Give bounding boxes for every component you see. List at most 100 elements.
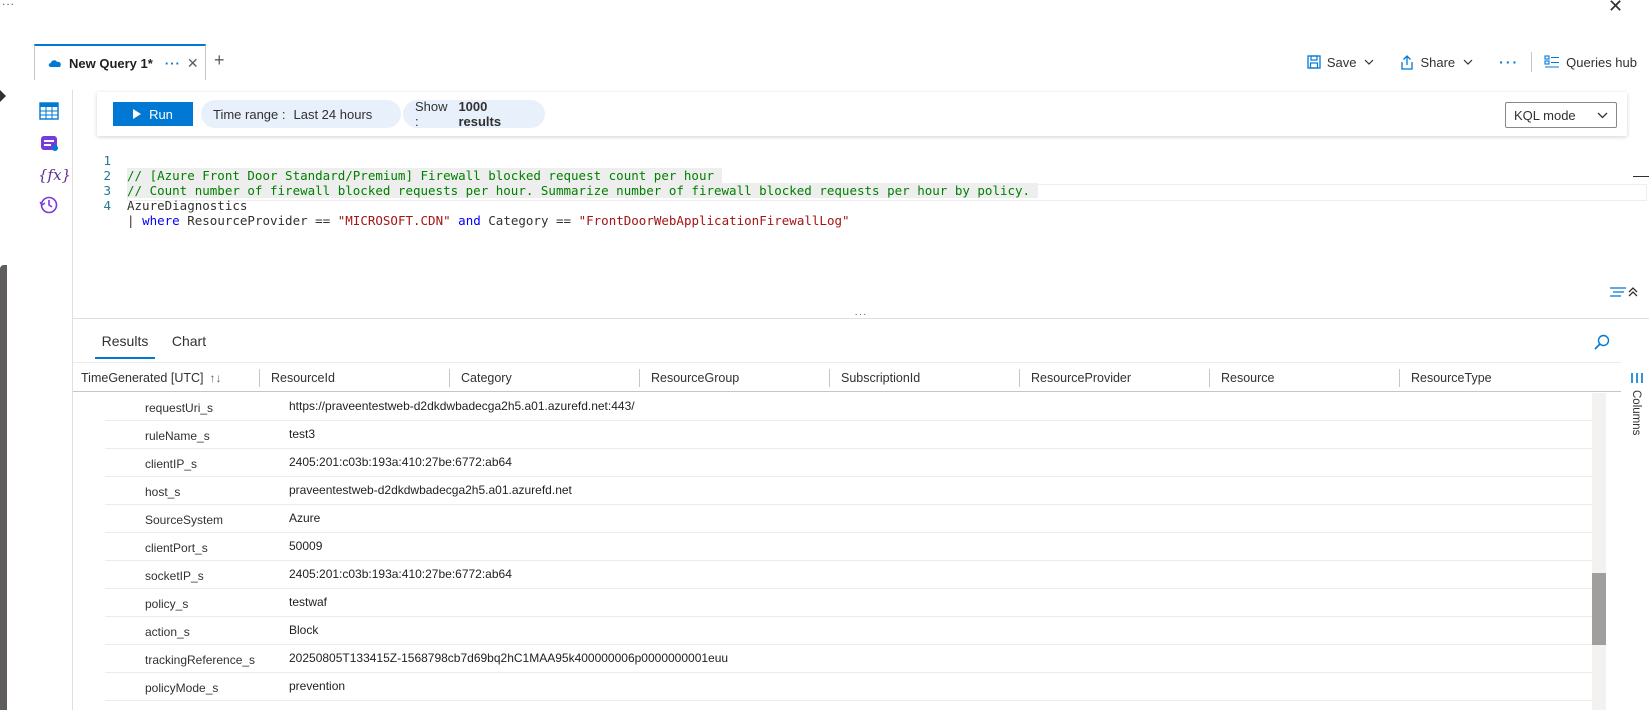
table-row[interactable]: trackingReference_s 20250805T133415Z-1568… <box>105 645 1593 673</box>
code-text: ResourceProvider == <box>179 213 338 228</box>
history-icon[interactable] <box>38 194 60 216</box>
column-resize-handle[interactable] <box>829 369 830 387</box>
share-label: Share <box>1420 54 1456 70</box>
splitter-grip-icon: ··· <box>854 309 868 320</box>
more-options-icon[interactable]: ··· <box>1499 54 1519 70</box>
query-toolbar: Run Time range : Last 24 hours Show : 10… <box>97 92 1627 136</box>
code-table-name: AzureDiagnostics <box>127 198 248 213</box>
table-row[interactable]: policy_s testwaf <box>105 589 1593 617</box>
scrollbar-thumb[interactable] <box>1592 573 1606 645</box>
column-resize-handle[interactable] <box>1209 369 1210 387</box>
tab-results[interactable]: Results <box>95 333 155 359</box>
tab-more-icon[interactable]: ··· <box>165 56 181 71</box>
add-tab-button[interactable]: + <box>214 50 225 71</box>
query-editor[interactable]: 1 // [Azure Front Door Standard/Premium]… <box>73 138 1649 314</box>
left-scroll-strip <box>0 265 7 710</box>
line-number: 4 <box>103 198 111 213</box>
column-resize-handle[interactable] <box>449 369 450 387</box>
row-key: clientIP_s <box>145 457 198 471</box>
search-icon[interactable] <box>1593 333 1611 351</box>
save-button[interactable]: Save <box>1307 55 1381 70</box>
cloud-icon <box>48 60 61 67</box>
table-row[interactable]: policyMode_s prevention <box>105 673 1593 701</box>
table-row[interactable]: requestUri_s https://praveentestweb-d2dkd… <box>105 393 1593 421</box>
row-key: ruleName_s <box>145 429 210 443</box>
results-column-header: TimeGenerated [UTC] ↑↓ ResourceId Categor… <box>73 362 1621 392</box>
results-rows: requestUri_s https://praveentestweb-d2dkd… <box>105 393 1593 701</box>
left-rail: {fx} <box>38 100 71 226</box>
sort-icon[interactable]: ↑↓ <box>210 371 222 385</box>
results-scrollbar[interactable] <box>1592 393 1606 710</box>
tab-label: New Query 1* <box>69 55 153 71</box>
editor-controls <box>1609 286 1639 298</box>
table-row[interactable]: SourceSystem Azure <box>105 505 1593 533</box>
results-tabs: Results Chart <box>73 327 1649 359</box>
tab-chart[interactable]: Chart <box>165 333 213 359</box>
code-string: "MICROSOFT.CDN" <box>337 213 451 228</box>
tab-bar: New Query 1* ··· ✕ + Save Share ··· Quer… <box>0 44 1649 80</box>
code-where-clause: | where ResourceProvider == "MICROSOFT.C… <box>127 213 850 228</box>
play-icon <box>133 109 142 119</box>
table-row[interactable]: host_s praveentestweb-d2dkdwbadecga2h5.a0… <box>105 477 1593 505</box>
table-row[interactable]: clientIP_s 2405:201:c03b:193a:410:27be:67… <box>105 449 1593 477</box>
collapse-arrow-icon[interactable] <box>0 90 6 102</box>
toolbar-divider <box>1531 52 1533 72</box>
column-resize-handle[interactable] <box>259 369 260 387</box>
show-label: Show : <box>415 99 448 129</box>
run-button[interactable]: Run <box>113 102 193 126</box>
row-value: testwaf <box>289 595 328 609</box>
row-key: trackingReference_s <box>145 653 256 667</box>
column-header-resourceid[interactable]: ResourceId <box>271 371 335 385</box>
column-header-resourceprovider[interactable]: ResourceProvider <box>1031 371 1131 385</box>
row-value: prevention <box>289 679 346 693</box>
share-button[interactable]: Share <box>1400 55 1479 70</box>
queries-icon[interactable] <box>38 132 60 154</box>
time-range-label: Time range : <box>213 106 286 122</box>
column-resize-handle[interactable] <box>1399 369 1400 387</box>
column-resize-handle[interactable] <box>1019 369 1020 387</box>
table-row[interactable]: clientPort_s 50009 <box>105 533 1593 561</box>
row-value: 50009 <box>289 539 323 553</box>
format-query-icon[interactable] <box>1609 286 1627 298</box>
functions-icon[interactable]: {fx} <box>38 164 71 186</box>
code-keyword: where <box>142 213 180 228</box>
row-value: 2405:201:c03b:193a:410:27be:6772:ab64 <box>289 455 512 469</box>
row-key: host_s <box>145 485 181 499</box>
chevron-down-icon <box>1365 59 1374 65</box>
row-key: policyMode_s <box>145 681 219 695</box>
tab-new-query-1[interactable]: New Query 1* ··· ✕ <box>34 44 206 80</box>
minimap-marker <box>1633 176 1649 177</box>
show-results-picker[interactable]: Show : 1000 results <box>403 99 545 129</box>
table-row[interactable]: socketIP_s 2405:201:c03b:193a:410:27be:67… <box>105 561 1593 589</box>
row-key: socketIP_s <box>145 569 204 583</box>
row-key: action_s <box>145 625 190 639</box>
time-range-picker[interactable]: Time range : Last 24 hours <box>201 100 401 128</box>
column-header-timegenerated[interactable]: TimeGenerated [UTC] ↑↓ <box>81 371 222 385</box>
column-resize-handle[interactable] <box>639 369 640 387</box>
tables-icon[interactable] <box>38 100 60 122</box>
chevron-down-icon <box>1597 112 1608 118</box>
queries-hub-icon <box>1544 55 1560 68</box>
column-header-resource[interactable]: Resource <box>1221 371 1275 385</box>
row-key: SourceSystem <box>145 513 224 527</box>
row-value: 2405:201:c03b:193a:410:27be:6772:ab64 <box>289 567 512 581</box>
column-header-subscriptionid[interactable]: SubscriptionId <box>841 371 920 385</box>
column-header-resourcetype[interactable]: ResourceType <box>1411 371 1492 385</box>
row-key: policy_s <box>145 597 189 611</box>
column-header-resourcegroup[interactable]: ResourceGroup <box>651 371 739 385</box>
save-label: Save <box>1326 54 1357 70</box>
table-row[interactable]: ruleName_s test3 <box>105 421 1593 449</box>
close-icon[interactable]: ✕ <box>1608 0 1623 17</box>
table-row[interactable]: action_s Block <box>105 617 1593 645</box>
columns-panel-toggle[interactable]: Columns <box>1626 368 1648 448</box>
column-header-category[interactable]: Category <box>461 371 512 385</box>
window-menu-dots[interactable]: ... <box>2 0 15 8</box>
row-key: requestUri_s <box>145 401 214 415</box>
collapse-up-icon[interactable] <box>1627 286 1639 298</box>
queries-hub-button[interactable]: Queries hub <box>1544 55 1637 70</box>
row-value: test3 <box>289 427 316 441</box>
code-pipe: | <box>127 213 143 228</box>
pane-splitter[interactable]: ··· <box>73 310 1649 322</box>
tab-close-icon[interactable]: ✕ <box>187 55 199 72</box>
mode-select[interactable]: KQL mode <box>1505 102 1617 128</box>
